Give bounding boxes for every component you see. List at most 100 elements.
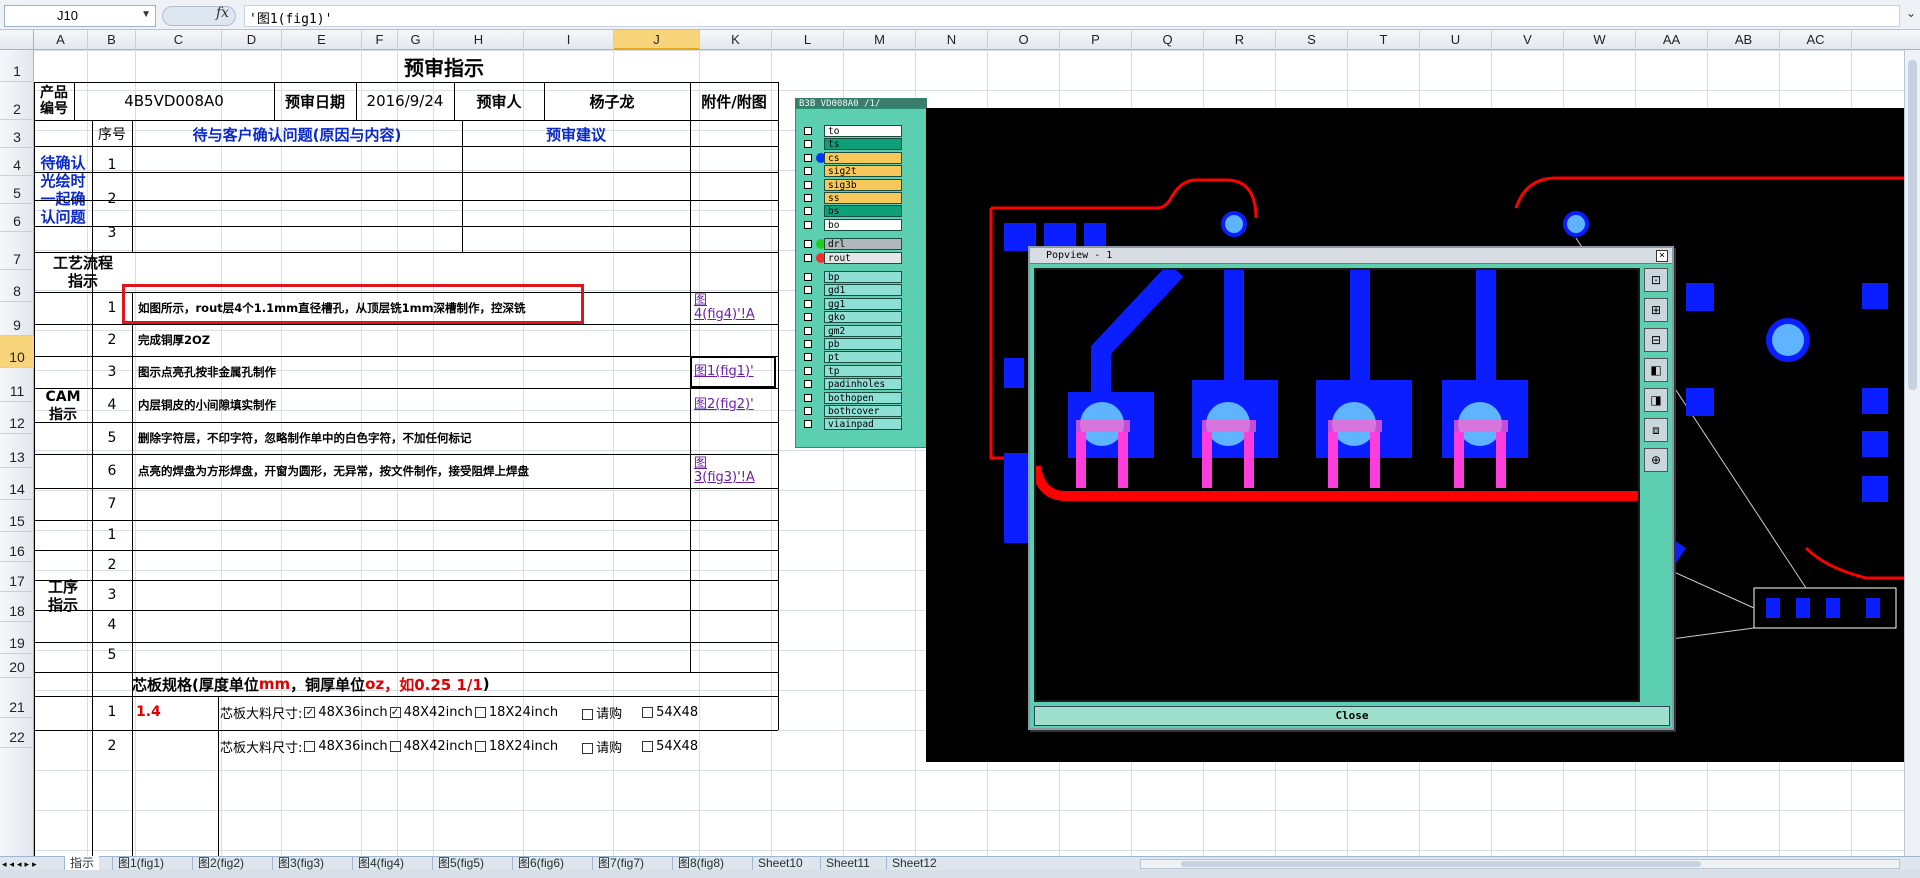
pending-row-no[interactable]: 3 bbox=[92, 216, 132, 250]
column-header-l[interactable]: L bbox=[772, 30, 844, 50]
checkbox[interactable] bbox=[642, 740, 654, 752]
layer-item-sig3b[interactable]: sig3b bbox=[804, 178, 922, 191]
column-header-h[interactable]: H bbox=[434, 30, 524, 50]
vertical-scrollbar[interactable] bbox=[1904, 50, 1920, 856]
layer-item-ts[interactable]: ts bbox=[804, 138, 922, 151]
row-header-10[interactable]: 10 bbox=[0, 336, 34, 368]
cam-row-no[interactable]: 5 bbox=[92, 422, 132, 454]
checkbox[interactable] bbox=[474, 706, 486, 718]
formula-input[interactable]: '图1(fig1)' bbox=[244, 5, 1900, 27]
product-no-label[interactable]: 产品 编号 bbox=[34, 82, 74, 120]
column-header-ac[interactable]: AC bbox=[1780, 30, 1852, 50]
cam-row-link[interactable] bbox=[694, 488, 778, 520]
cam-row-link[interactable]: 图 3(fig3)'!A bbox=[694, 454, 778, 488]
column-header-o[interactable]: O bbox=[988, 30, 1060, 50]
layer-item-pb[interactable]: pb bbox=[804, 338, 922, 350]
column-header-k[interactable]: K bbox=[700, 30, 772, 50]
cam-row-text[interactable]: 点亮的焊盘为方形焊盘，开窗为圆形，无异常，按文件制作，接受阻焊上焊盘 bbox=[132, 454, 690, 488]
layer-checkbox[interactable] bbox=[804, 299, 812, 308]
row-header-9[interactable]: 9 bbox=[0, 302, 34, 336]
layer-item-cs[interactable]: cs bbox=[804, 151, 922, 164]
row-header-6[interactable]: 6 bbox=[0, 204, 34, 232]
sheet-tab[interactable]: 图5(fig5) bbox=[432, 856, 489, 871]
sheet-title[interactable]: 预审指示 bbox=[74, 50, 814, 82]
column-header-ab[interactable]: AB bbox=[1708, 30, 1780, 50]
core-size-option[interactable]: 54X48 bbox=[642, 705, 698, 720]
layer-checkbox[interactable] bbox=[804, 286, 812, 295]
layer-item-bs[interactable]: bs bbox=[804, 205, 922, 218]
layer-item-to[interactable]: to bbox=[804, 125, 922, 137]
row-header-2[interactable]: 2 bbox=[0, 82, 34, 120]
layer-item-gd1[interactable]: gd1 bbox=[804, 284, 922, 297]
core-size-option[interactable]: 48X36inch bbox=[304, 739, 388, 754]
cam-row-link[interactable]: 图2(fig2)' bbox=[694, 388, 778, 422]
layer-checkbox[interactable] bbox=[804, 153, 812, 162]
row-header-7[interactable]: 7 bbox=[0, 232, 34, 270]
column-header-c[interactable]: C bbox=[136, 30, 222, 50]
cam-row-no[interactable]: 6 bbox=[92, 454, 132, 488]
horizontal-scrollbar[interactable] bbox=[1140, 859, 1900, 869]
column-header-t[interactable]: T bbox=[1348, 30, 1420, 50]
core-size-option[interactable]: 请购 bbox=[582, 737, 622, 756]
column-header-p[interactable]: P bbox=[1060, 30, 1132, 50]
cam-row-no[interactable]: 7 bbox=[92, 488, 132, 520]
checkbox[interactable] bbox=[582, 708, 594, 720]
layer-item-pt[interactable]: pt bbox=[804, 351, 922, 364]
column-header-b[interactable]: B bbox=[88, 30, 136, 50]
attachment-label[interactable]: 附件/附图 bbox=[690, 82, 778, 120]
cam-row-no[interactable]: 2 bbox=[92, 324, 132, 356]
layer-checkbox[interactable] bbox=[804, 393, 812, 402]
layer-item-gm2[interactable]: gm2 bbox=[804, 324, 922, 337]
layer-checkbox[interactable] bbox=[804, 380, 812, 389]
pending-row-no[interactable]: 1 bbox=[92, 148, 132, 182]
column-header-j[interactable]: J bbox=[614, 30, 700, 50]
sheet-tab[interactable]: 图8(fig8) bbox=[672, 856, 729, 871]
zoom-fit-icon[interactable]: ⊡ bbox=[1644, 268, 1668, 292]
checkbox[interactable] bbox=[389, 740, 401, 752]
review-date-label[interactable]: 预审日期 bbox=[274, 82, 356, 120]
layer-item-gg1[interactable]: gg1 bbox=[804, 297, 922, 310]
close-icon[interactable]: × bbox=[1656, 250, 1668, 262]
popview-title-bar[interactable]: Popview - 1 × bbox=[1030, 248, 1672, 264]
confirm-header[interactable]: 待与客户确认问题(原因与内容) bbox=[132, 120, 462, 148]
layer-item-ss[interactable]: ss bbox=[804, 192, 922, 204]
column-header-w[interactable]: W bbox=[1564, 30, 1636, 50]
layer-item-bothopen[interactable]: bothopen bbox=[804, 391, 922, 404]
checkbox[interactable] bbox=[642, 706, 654, 718]
column-header-u[interactable]: U bbox=[1420, 30, 1492, 50]
row-header-16[interactable]: 16 bbox=[0, 532, 34, 562]
row-header-4[interactable]: 4 bbox=[0, 148, 34, 176]
checkbox[interactable]: ✓ bbox=[389, 706, 401, 718]
core-size-option[interactable]: ✓ 48X42inch bbox=[389, 705, 473, 720]
popview-window[interactable]: Popview - 1 × ⊡ ⊞ ⊟ ◧ ◨ ⧈ ⊕ Close bbox=[1028, 246, 1674, 730]
select-all-corner[interactable] bbox=[0, 30, 34, 50]
layer-checkbox[interactable] bbox=[804, 366, 812, 375]
layer-checkbox[interactable] bbox=[804, 326, 812, 335]
cam-row-link[interactable] bbox=[694, 324, 778, 356]
checkbox[interactable] bbox=[304, 740, 316, 752]
expand-formula-icon[interactable]: ⌄ bbox=[1906, 6, 1916, 20]
layer-item-bp[interactable]: bp bbox=[804, 271, 922, 283]
core-row-value[interactable] bbox=[132, 730, 218, 762]
column-header-n[interactable]: N bbox=[916, 30, 988, 50]
core-row-no[interactable]: 1 bbox=[92, 696, 132, 728]
column-header-a[interactable]: A bbox=[34, 30, 88, 50]
sheet-tab[interactable]: 指示 bbox=[64, 856, 100, 871]
cam-row-text[interactable]: 图示点亮孔按非金属孔制作 bbox=[132, 356, 690, 388]
procedure-row-no[interactable]: 4 bbox=[92, 610, 132, 640]
core-size-option[interactable]: 请购 bbox=[582, 703, 622, 722]
core-spec-header[interactable]: 芯板规格(厚度单位 mm ，铜厚单位 oz ，如0.25 1/1) bbox=[132, 672, 772, 696]
sheet-tab[interactable]: 图4(fig4) bbox=[352, 856, 409, 871]
procedure-row-no[interactable]: 2 bbox=[92, 550, 132, 580]
layer-checkbox[interactable] bbox=[804, 167, 812, 176]
procedure-label[interactable]: 工序 指示 bbox=[34, 520, 92, 672]
core-size-option[interactable]: 48X42inch bbox=[389, 739, 473, 754]
core-size-option[interactable]: 18X24inch bbox=[474, 739, 558, 754]
pan-right-icon[interactable]: ◨ bbox=[1644, 388, 1668, 412]
layer-checkbox[interactable] bbox=[804, 273, 812, 281]
cam-row-text[interactable]: 内层铜皮的小间隙填实制作 bbox=[132, 388, 690, 422]
product-no-value[interactable]: 4B5VD008A0 bbox=[74, 82, 274, 120]
cam-row-text[interactable]: 删除字符层，不印字符，忽略制作单中的白色字符，不加任何标记 bbox=[132, 422, 690, 454]
row-header-1[interactable]: 1 bbox=[0, 50, 34, 82]
zoom-in-icon[interactable]: ⊞ bbox=[1644, 298, 1668, 322]
